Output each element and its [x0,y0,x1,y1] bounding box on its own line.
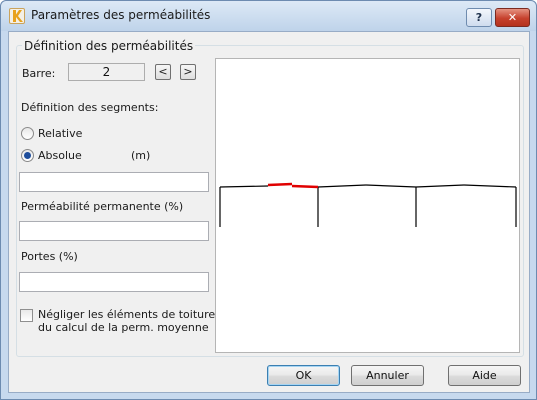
close-icon[interactable]: ✕ [495,8,530,27]
barre-value: 2 [68,63,145,81]
segments-label: Définition des segments: [21,101,159,114]
structure-canvas[interactable] [215,58,520,353]
negliger-label-line2[interactable]: du calcul de la perm. moyenne [38,321,209,334]
negliger-label-line1[interactable]: Négliger les éléments de toiture lors [38,308,239,321]
barre-label: Barre: [22,67,56,80]
permeabilite-label: Perméabilité permanente (%) [21,200,184,213]
roof-segment-4 [415,184,465,188]
negliger-checkbox[interactable] [20,309,33,322]
selected-segment [267,182,319,189]
unit-label: (m) [131,149,151,162]
aide-button[interactable]: Aide [448,365,521,386]
title-bar[interactable]: Paramètres des perméabilités ? ✕ [1,1,536,31]
help-icon[interactable]: ? [466,8,492,27]
ok-button[interactable]: OK [267,365,340,386]
annuler-button[interactable]: Annuler [351,365,424,386]
roof-segment-3 [365,184,417,188]
roof-segment-1 [219,185,269,188]
prev-barre-button[interactable]: < [155,64,171,80]
relative-radio-label[interactable]: Relative [38,127,82,140]
window-title: Paramètres des perméabilités [31,8,211,22]
roof-segment-2 [317,184,367,188]
permeabilite-input[interactable] [19,221,209,241]
dialog-window: Paramètres des perméabilités ? ✕ Définit… [0,0,537,400]
relative-radio[interactable] [21,127,34,140]
segments-input[interactable] [19,172,209,192]
absolue-radio[interactable] [21,149,34,162]
portes-input[interactable] [19,272,209,292]
app-icon [9,8,25,24]
next-barre-button[interactable]: > [180,64,196,80]
roof-segment-5 [463,184,517,188]
groupbox-title: Définition des perméabilités [22,39,196,53]
portes-label: Portes (%) [21,250,78,263]
dialog-client-area: Définition des perméabilités Barre: 2 < … [8,31,530,393]
frame-drawing [219,184,517,227]
absolue-radio-label[interactable]: Absolue [38,149,82,162]
